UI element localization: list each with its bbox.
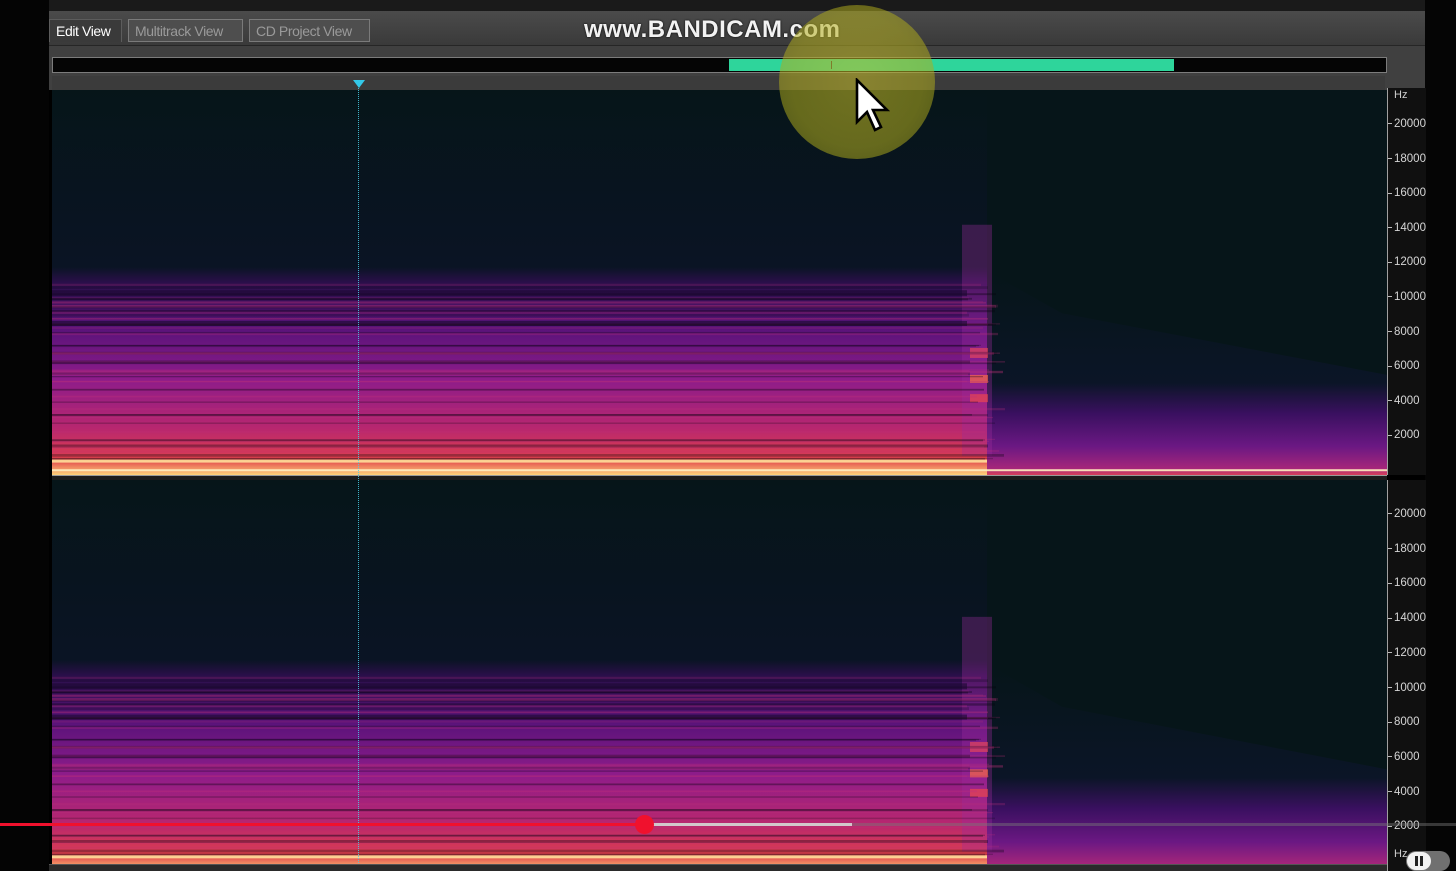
frequency-tick-label: 16000 <box>1388 187 1426 199</box>
pause-toggle[interactable] <box>1406 851 1450 871</box>
overview-position-tick <box>831 61 832 69</box>
recording-watermark: www.BANDICAM.com <box>584 16 841 43</box>
frequency-tick-label: 18000 <box>1388 543 1426 555</box>
frequency-tick-label: 14000 <box>1388 222 1426 234</box>
frequency-tick-label: 16000 <box>1388 577 1426 589</box>
time-ruler-strip[interactable] <box>52 76 1385 90</box>
tab-edit-view[interactable]: Edit View <box>49 19 122 42</box>
axis-unit-label: Hz <box>1394 89 1408 101</box>
tab-cd-project-view[interactable]: CD Project View <box>249 19 370 42</box>
left-letterbox <box>0 0 49 871</box>
frequency-tick-label: 4000 <box>1388 395 1420 407</box>
tab-multitrack-view[interactable]: Multitrack View <box>128 19 243 42</box>
video-progress-played <box>0 823 644 826</box>
frequency-tick-label: 18000 <box>1388 153 1426 165</box>
bottom-time-ruler[interactable] <box>49 864 1387 871</box>
frequency-tick-label: 2000 <box>1388 429 1420 441</box>
frequency-tick-label: 12000 <box>1388 647 1426 659</box>
playhead-cursor-line <box>358 88 359 871</box>
playhead-marker-icon[interactable] <box>353 80 365 88</box>
overview-bar <box>49 46 1425 90</box>
frequency-tick-label: 8000 <box>1388 716 1420 728</box>
frequency-tick-label: 20000 <box>1388 508 1426 520</box>
video-frame: Edit View Multitrack View CD Project Vie… <box>0 0 1456 871</box>
frequency-tick-label: 6000 <box>1388 751 1420 763</box>
overview-visible-range[interactable] <box>728 59 1175 71</box>
pause-icon <box>1407 852 1431 870</box>
frequency-tick-label: 10000 <box>1388 291 1426 303</box>
video-scrubber-handle[interactable] <box>634 815 654 834</box>
frequency-tick-label: 8000 <box>1388 326 1420 338</box>
overview-track[interactable] <box>52 57 1387 73</box>
spectrogram-channel-left[interactable] <box>52 90 1387 475</box>
frequency-tick-label: 10000 <box>1388 682 1426 694</box>
spectrogram-channel-right[interactable] <box>52 480 1387 871</box>
spectrogram-image-left <box>52 90 1387 475</box>
frequency-tick-label: 14000 <box>1388 612 1426 624</box>
frequency-tick-label: 20000 <box>1388 118 1426 130</box>
frequency-axis-top: Hz 20000 18000 16000 14000 12000 10000 8000 600… <box>1387 88 1426 475</box>
frequency-tick-label: 12000 <box>1388 256 1426 268</box>
frequency-axis-bottom: 20000 18000 16000 14000 12000 10000 8000 6000 40… <box>1387 480 1426 871</box>
top-strip <box>0 0 1456 11</box>
frequency-tick-label: 4000 <box>1388 786 1420 798</box>
frequency-tick-label: 6000 <box>1388 360 1420 372</box>
right-letterbox <box>1425 0 1456 871</box>
spectrogram-image-right <box>52 480 1387 871</box>
